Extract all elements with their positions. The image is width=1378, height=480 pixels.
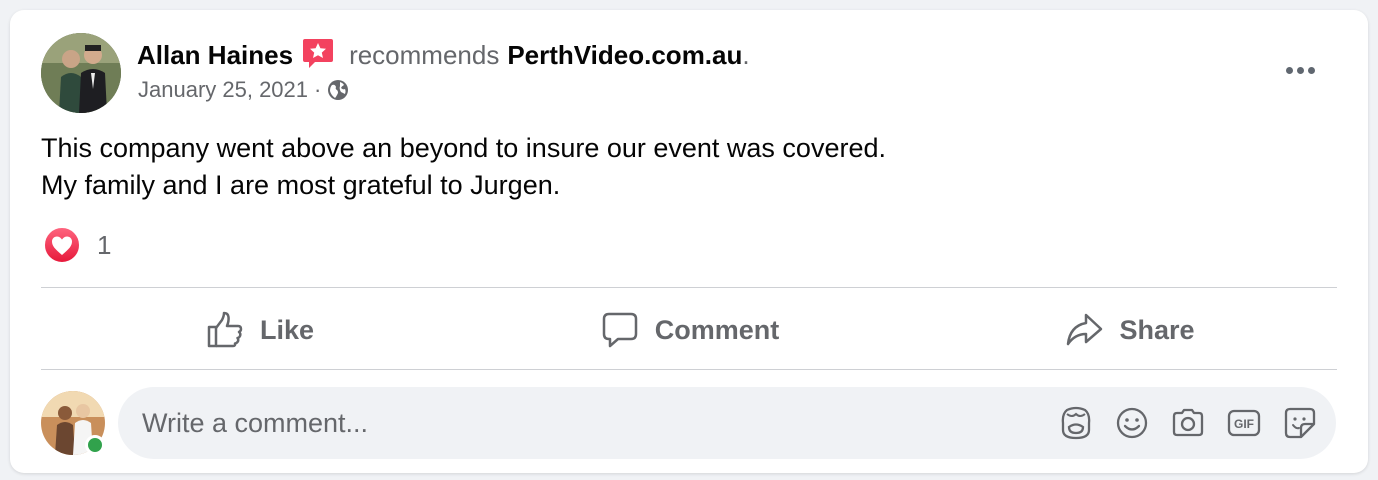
svg-text:GIF: GIF [1234, 417, 1254, 431]
share-icon [1067, 313, 1103, 346]
divider [41, 369, 1337, 370]
post-meta: January 25, 2021 · [138, 76, 349, 104]
emoji-icon[interactable] [1114, 405, 1150, 441]
reactions-summary[interactable]: 1 [43, 226, 111, 264]
comment-icon [602, 312, 637, 348]
comment-label: Comment [654, 314, 780, 345]
avatar-sticker-icon[interactable] [1058, 405, 1094, 441]
post-body-line: This company went above an beyond to ins… [41, 133, 886, 163]
action-text: recommends [349, 40, 500, 70]
comment-button[interactable]: Comment [590, 300, 790, 360]
sticker-icon[interactable] [1282, 405, 1318, 441]
post-body: This company went above an beyond to ins… [41, 130, 886, 204]
more-dot-icon [1307, 66, 1315, 74]
love-reaction-icon [43, 226, 81, 264]
comment-composer[interactable]: GIF [118, 387, 1336, 459]
like-label: Like [259, 314, 315, 345]
sentence-period: . [742, 40, 750, 70]
reaction-count[interactable]: 1 [97, 230, 111, 261]
comment-input[interactable] [142, 407, 1042, 439]
online-status-indicator [85, 435, 105, 455]
recommendation-badge-icon [301, 36, 335, 70]
post-card: Allan Haines recommends PerthVideo.com.a… [10, 10, 1368, 473]
like-button[interactable]: Like [190, 300, 330, 360]
commenter-avatar[interactable] [41, 391, 105, 455]
page-link[interactable]: PerthVideo.com.au [507, 40, 742, 70]
share-label: Share [1119, 314, 1195, 345]
more-dot-icon [1296, 66, 1304, 74]
share-button[interactable]: Share [1050, 300, 1210, 360]
author-name[interactable]: Allan Haines [137, 40, 293, 70]
divider [41, 287, 1337, 288]
author-avatar[interactable] [41, 33, 121, 113]
post-body-line: My family and I are most grateful to Jur… [41, 170, 561, 200]
thumbs-up-icon [207, 311, 243, 348]
post-date[interactable]: January 25, 2021 [138, 76, 308, 104]
gif-icon[interactable]: GIF [1226, 405, 1262, 441]
more-options-button[interactable] [1280, 58, 1320, 82]
composer-toolbar: GIF [1058, 405, 1318, 441]
globe-icon[interactable] [327, 79, 349, 101]
more-dot-icon [1285, 66, 1293, 74]
camera-icon[interactable] [1170, 405, 1206, 441]
post-header-line: Allan Haines recommends PerthVideo.com.a… [137, 38, 750, 72]
meta-separator: · [314, 77, 322, 102]
